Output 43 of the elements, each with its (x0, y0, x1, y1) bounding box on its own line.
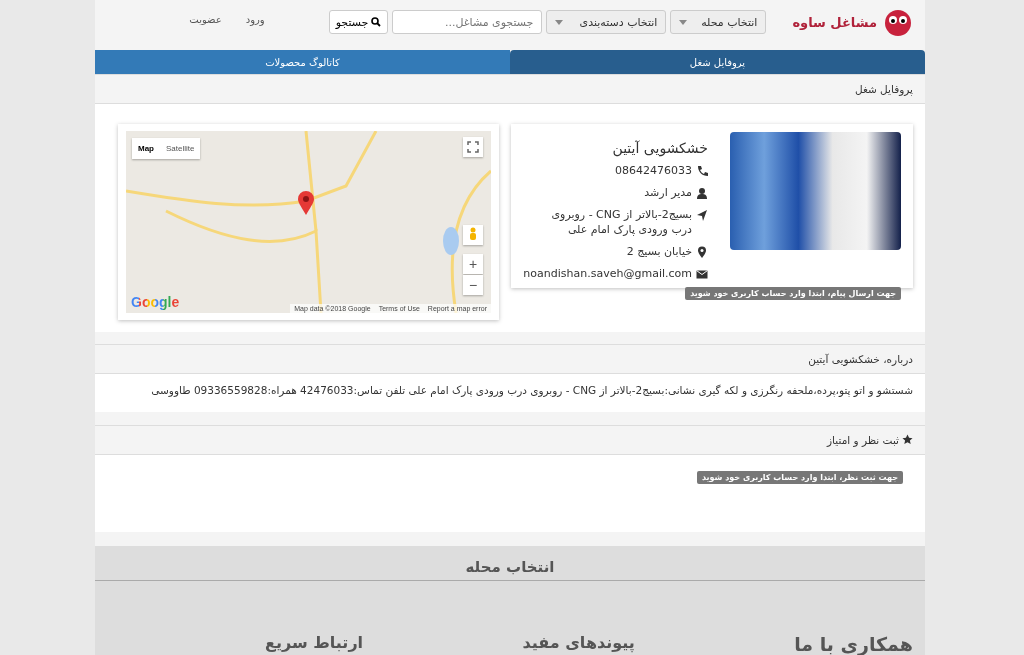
fullscreen-icon[interactable] (463, 137, 483, 158)
search-field[interactable]: جستجوی مشاغل... (392, 10, 543, 34)
footer-column-title: همکاری با ما (794, 633, 913, 655)
detail-text: بسیج2-بالاتر از CNG - روبروی درب ورودی پارک امام علی (550, 207, 692, 238)
zoom-in-button[interactable]: + (463, 254, 483, 275)
location-icon (696, 246, 708, 259)
footer-column-title: ارتباط سریع (265, 633, 364, 654)
search-button[interactable]: جستجو (328, 10, 389, 34)
email-icon (696, 268, 708, 281)
login-notice: جهت ارسال پیام، ابتدا وارد حساب کاربری خود شوید (685, 287, 901, 301)
caret-icon (679, 19, 688, 25)
tab[interactable]: کاتالوگ محصولات (95, 50, 510, 75)
login-notice: جهت ثبت نظر، ابتدا وارد حساب کاربری خود شوید (696, 470, 903, 484)
footer-heading: انتخاب محله (95, 546, 925, 581)
site-logo-text[interactable]: مشاغل ساوه (792, 14, 877, 30)
caret-icon (555, 19, 564, 25)
map-type-toggle[interactable]: Satellite (160, 138, 201, 160)
address-icon (696, 209, 708, 222)
header-link[interactable]: ورود (245, 14, 265, 25)
tab[interactable]: پروفایل شغل (510, 50, 925, 75)
map-logo: Google (131, 294, 180, 311)
map-type-toggle[interactable]: Map (132, 138, 160, 160)
star-icon (902, 434, 913, 446)
logo-icon (883, 7, 913, 37)
phone-icon (696, 165, 708, 178)
district-dropdown[interactable]: انتخاب محله (670, 10, 767, 34)
detail-text: خیابان بسیج 2 (626, 244, 692, 260)
business-name: خشکشویی آیتین (611, 140, 708, 157)
section-header: درباره، خشکشویی آیتین (95, 344, 925, 375)
footer-column-title: پیوندهای مفید (522, 633, 635, 654)
header-link[interactable]: عضویت (189, 14, 222, 25)
detail-text: noandishan.saveh@gmail.com (523, 266, 692, 282)
section-header: پروفایل شغل (95, 74, 925, 105)
section-title: ثبت نظر و امتیاز (827, 433, 899, 446)
pegman-icon[interactable] (463, 225, 483, 246)
map-pin-icon (298, 191, 314, 216)
detail-text: 08642476033 (615, 163, 692, 179)
zoom-out-button[interactable]: − (463, 275, 483, 296)
person-icon (696, 187, 708, 200)
search-icon (371, 17, 382, 27)
about-text: شستشو و اتو پتو،پرده،ملحفه رنگرزی و لکه گیری نشانی:بسیج2-بالاتر از CNG - روبروی درب ورودی پارک امام علی تلفن تماس:42476033 همراه:09336559828 طاووسی (95, 374, 925, 413)
category-dropdown[interactable]: انتخاب دسته‌بندی (546, 10, 667, 34)
detail-text: مدیر ارشد (644, 185, 692, 201)
